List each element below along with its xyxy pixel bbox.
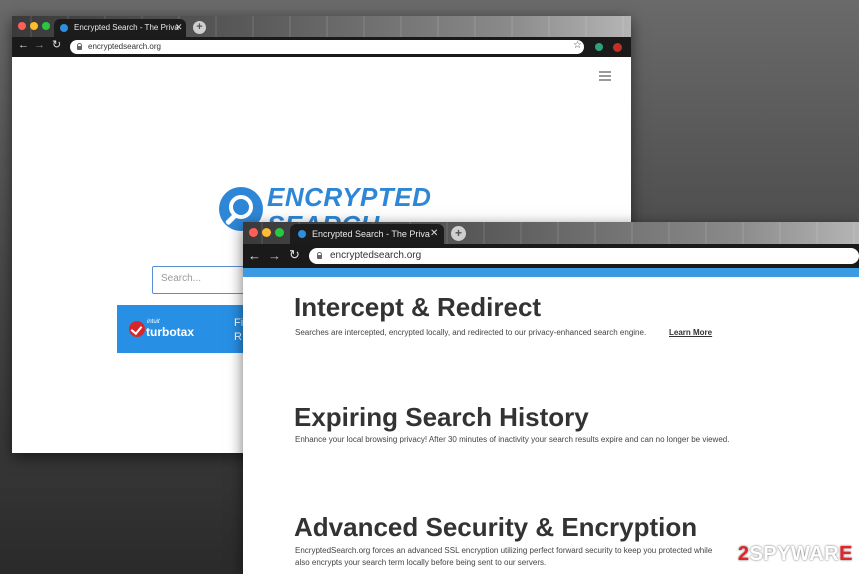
reload-icon[interactable]: ↻ <box>289 247 300 263</box>
tab-close-icon[interactable]: ✕ <box>430 228 438 239</box>
tab-title: Encrypted Search - The Priva <box>312 229 430 239</box>
tab-favicon-icon <box>60 24 68 32</box>
back-active-tab[interactable]: Encrypted Search - The Priva ✕ <box>54 19 186 37</box>
url-text: encryptedsearch.org <box>330 250 422 261</box>
url-text: encryptedsearch.org <box>88 42 161 51</box>
close-window-button[interactable] <box>18 22 26 30</box>
maximize-window-button[interactable] <box>275 228 284 237</box>
front-active-tab[interactable]: Encrypted Search - The Priva ✕ <box>290 224 444 244</box>
extension-icon[interactable] <box>595 43 603 51</box>
back-arrow-icon[interactable]: ← <box>18 39 29 51</box>
text-intercept-redirect: Searches are intercepted, encrypted loca… <box>295 328 647 337</box>
text-advanced-security-line2: also encrypts your search term locally b… <box>295 558 547 567</box>
watermark-text: SPYWAR <box>749 543 840 565</box>
maximize-window-button[interactable] <box>42 22 50 30</box>
minimize-window-button[interactable] <box>262 228 271 237</box>
address-bar[interactable]: encryptedsearch.org <box>70 40 584 54</box>
turbotax-check-icon <box>129 321 145 337</box>
banner-text-fragment-1: Fi <box>234 317 244 329</box>
banner-text-fragment-2: R <box>234 331 242 343</box>
turbotax-brand-text: turbotax <box>146 325 194 339</box>
search-placeholder: Search... <box>161 273 202 284</box>
address-bar[interactable]: encryptedsearch.org <box>309 248 859 264</box>
new-tab-button[interactable]: + <box>193 21 206 34</box>
text-expiring-history: Enhance your local browsing privacy! Aft… <box>295 435 730 444</box>
back-arrow-icon[interactable]: ← <box>248 248 261 263</box>
text-advanced-security-line1: EncryptedSearch.org forces an advanced S… <box>295 546 713 555</box>
tab-close-icon[interactable]: ✕ <box>175 22 183 33</box>
tab-favicon-icon <box>298 230 306 238</box>
tab-title: Encrypted Search - The Priva <box>74 23 179 32</box>
hamburger-menu-icon[interactable] <box>599 71 611 73</box>
forward-arrow-icon[interactable]: → <box>34 39 45 51</box>
page-header-strip <box>243 268 859 277</box>
forward-arrow-icon[interactable]: → <box>268 248 281 263</box>
learn-more-link[interactable]: Learn More <box>669 328 712 337</box>
minimize-window-button[interactable] <box>30 22 38 30</box>
close-window-button[interactable] <box>249 228 258 237</box>
heading-expiring-history: Expiring Search History <box>294 402 589 432</box>
star-icon[interactable]: ☆ <box>573 40 582 51</box>
profile-badge-icon[interactable] <box>613 43 622 52</box>
heading-advanced-security: Advanced Security & Encryption <box>294 512 698 542</box>
new-tab-button[interactable]: + <box>451 226 466 241</box>
lock-icon <box>317 252 322 259</box>
heading-intercept-redirect: Intercept & Redirect <box>294 292 542 322</box>
watermark-prefix: 2 <box>737 543 750 565</box>
front-browser-window: Encrypted Search - The Priva ✕ + ← → ↻ e… <box>243 222 859 574</box>
reload-icon[interactable]: ↻ <box>52 38 61 51</box>
lock-icon <box>77 43 82 50</box>
spyware-watermark-logo: 2SPYWARE <box>738 543 853 566</box>
logo-text-line1: ENCRYPTED <box>267 182 432 212</box>
watermark-suffix: E <box>839 543 853 565</box>
